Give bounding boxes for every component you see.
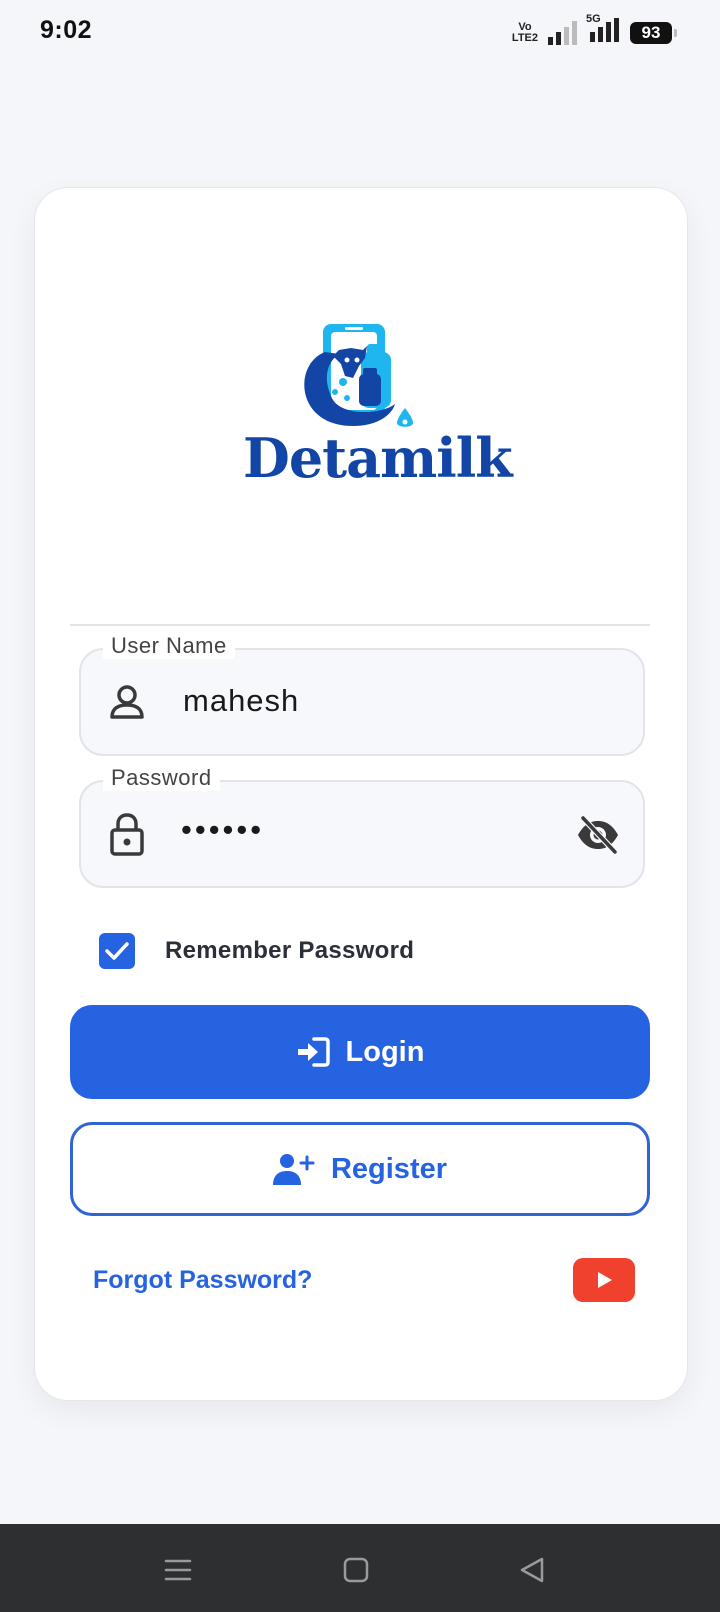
eye-off-icon[interactable] bbox=[575, 814, 621, 856]
remember-checkbox[interactable] bbox=[99, 933, 135, 969]
forgot-password-link[interactable]: Forgot Password? bbox=[93, 1266, 312, 1295]
login-button[interactable]: Login bbox=[70, 1005, 650, 1099]
brand-name: Detamilk bbox=[243, 426, 513, 490]
signal-icon bbox=[548, 20, 577, 45]
youtube-icon[interactable] bbox=[573, 1258, 635, 1302]
login-card: Detamilk User Name Password •••••• bbox=[34, 187, 688, 1401]
battery-icon: 93 bbox=[630, 21, 677, 44]
register-button[interactable]: Register bbox=[70, 1122, 650, 1216]
register-label: Register bbox=[330, 1152, 448, 1185]
login-icon bbox=[297, 1037, 330, 1067]
status-bar: 9:02 Vo LTE2 5G 93 bbox=[0, 0, 720, 64]
password-label: Password bbox=[103, 765, 220, 791]
user-plus-icon bbox=[272, 1154, 315, 1185]
login-label: Login bbox=[345, 1035, 425, 1068]
username-field[interactable]: User Name bbox=[79, 633, 645, 756]
check-icon bbox=[105, 942, 129, 960]
password-input[interactable]: •••••• bbox=[181, 812, 541, 848]
username-label: User Name bbox=[103, 633, 235, 659]
remember-label: Remember Password bbox=[165, 937, 415, 964]
menu-icon[interactable] bbox=[160, 1552, 196, 1588]
home-square-icon[interactable] bbox=[338, 1552, 374, 1588]
password-field[interactable]: Password •••••• bbox=[79, 765, 645, 888]
back-triangle-icon[interactable] bbox=[514, 1552, 550, 1588]
remember-password[interactable]: Remember Password bbox=[99, 931, 414, 971]
signal-5g-icon: 5G bbox=[586, 14, 620, 47]
lock-icon bbox=[110, 813, 144, 856]
navigation-bar bbox=[0, 1524, 720, 1612]
status-time: 9:02 bbox=[40, 16, 93, 44]
volte-indicator: Vo LTE2 bbox=[511, 20, 538, 44]
status-icons: Vo LTE2 5G 93 bbox=[511, 14, 677, 47]
username-input[interactable] bbox=[181, 682, 545, 720]
divider bbox=[70, 624, 650, 626]
user-icon bbox=[110, 685, 144, 719]
detamilk-logo: Detamilk bbox=[243, 318, 513, 490]
logo-emblem-icon bbox=[304, 324, 413, 427]
